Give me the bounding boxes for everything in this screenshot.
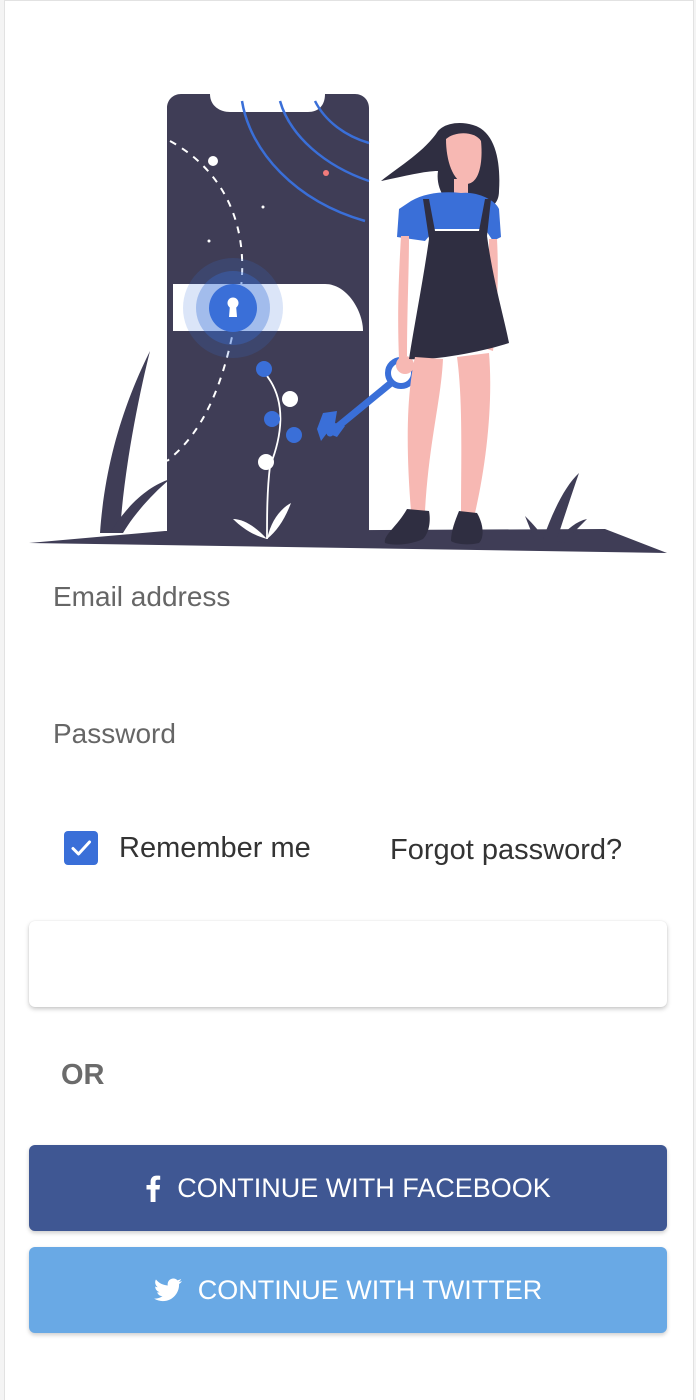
sign-in-button[interactable] (29, 921, 667, 1007)
security-illustration (29, 94, 667, 553)
email-label: Email address (53, 581, 231, 612)
facebook-button-label: CONTINUE WITH FACEBOOK (177, 1172, 551, 1203)
remember-me-label[interactable]: Remember me (119, 832, 311, 865)
password-input[interactable] (53, 761, 647, 803)
remember-me-checkbox[interactable] (64, 831, 98, 865)
check-icon (71, 840, 91, 856)
email-input[interactable] (53, 625, 647, 667)
forgot-password-link[interactable]: Forgot password? (390, 834, 622, 867)
remember-me-row: Remember me (64, 831, 311, 865)
or-divider: OR (61, 1059, 105, 1091)
twitter-login-button[interactable]: CONTINUE WITH TWITTER (29, 1247, 667, 1333)
password-label: Password (53, 718, 176, 749)
twitter-icon (153, 1278, 182, 1302)
facebook-icon (145, 1174, 161, 1202)
login-card: Email address Password Remember me Forgo… (4, 0, 694, 1400)
twitter-button-label: CONTINUE WITH TWITTER (197, 1274, 543, 1305)
facebook-login-button[interactable]: CONTINUE WITH FACEBOOK (29, 1145, 667, 1231)
